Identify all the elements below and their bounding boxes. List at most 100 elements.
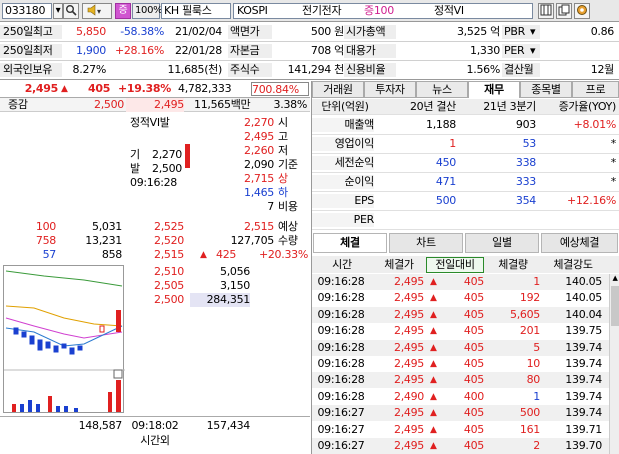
value-substitute: 1,330: [470, 44, 500, 57]
stock-name[interactable]: KH 필룩스: [161, 3, 231, 19]
value-credit: 1.56%: [466, 63, 501, 76]
trade-diff: 405: [463, 324, 484, 338]
bid-row[interactable]: 2,505 3,150: [126, 279, 310, 293]
bid-row[interactable]: 2,500 284,351: [126, 293, 310, 307]
trade-row[interactable]: ▲ 09:16:28 2,495 405 201 139.75: [312, 323, 609, 339]
fin-value: *: [610, 175, 617, 188]
tab-trades[interactable]: 체결: [313, 233, 387, 253]
copy-icon[interactable]: [556, 3, 572, 19]
fin-label: 매출액: [312, 118, 374, 132]
trade-qty: 500: [519, 406, 540, 420]
zoom-level[interactable]: 100%: [132, 3, 163, 19]
fin-row-eps: EPS 500 354 +12.16%: [312, 192, 619, 211]
stock-summary: 250일최고 5,850 -58.38% 21/02/04 액면가 500 원 …: [0, 23, 619, 80]
tab-broker[interactable]: 거래원: [312, 81, 364, 98]
scroll-thumb[interactable]: [611, 286, 619, 326]
trade-price: 2,495: [394, 439, 424, 452]
window-icon[interactable]: [538, 3, 554, 19]
trade-price: 2,495: [394, 357, 424, 370]
stock-code-input[interactable]: 033180: [2, 3, 52, 19]
trade-row[interactable]: ▲ 09:16:28 2,495 405 10 139.74: [312, 356, 609, 372]
value-market-cap: 3,525 억: [456, 25, 500, 38]
bid-total: 157,434: [206, 419, 251, 432]
ask-change: 100: [35, 220, 56, 233]
trade-strength: 140.05: [565, 275, 602, 288]
tab-investor[interactable]: 투자자: [364, 81, 416, 98]
bid-row[interactable]: 2,510 5,056: [126, 265, 310, 279]
trade-diff: 405: [463, 357, 484, 370]
trade-diff: 400: [463, 389, 484, 403]
fin-label: PER: [312, 213, 374, 227]
trade-row[interactable]: ▲ 09:16:28 2,490 400 1 139.74: [312, 389, 609, 405]
vi-panel: 정적VI발 기 2,270 발 2,500 09:16:28: [126, 112, 188, 222]
fin-header-unit: 단위(억원): [321, 100, 369, 113]
trade-qty: 5: [533, 340, 540, 354]
trade-row[interactable]: ▲ 09:16:28 2,495 405 80 139.74: [312, 372, 609, 389]
trade-row[interactable]: ▲ 09:16:27 2,495 405 161 139.71: [312, 422, 609, 438]
tab-daily[interactable]: 일별: [465, 233, 539, 253]
info-base: 2,090: [244, 158, 274, 171]
tab-expected-trades[interactable]: 예상체결: [541, 233, 618, 253]
ob-header-ask: 2,500: [94, 98, 124, 111]
fin-value: *: [610, 156, 617, 169]
speaker-icon[interactable]: ▾: [82, 3, 112, 19]
scroll-up-icon[interactable]: ▲: [611, 274, 619, 284]
label-250-low: 250일최저: [0, 44, 62, 58]
info-low-label: 저: [278, 144, 288, 157]
tab-chart[interactable]: 차트: [389, 233, 463, 253]
trade-time: 09:16:28: [317, 324, 365, 338]
trade-row[interactable]: ▲ 09:16:27 2,495 405 2 139.70: [312, 438, 609, 454]
trade-time: 09:16:28: [317, 291, 365, 305]
trade-strength: 139.74: [565, 373, 602, 387]
trade-qty: 1: [533, 275, 540, 288]
trade-strength: 139.74: [565, 340, 602, 354]
up-arrow-icon: ▲: [200, 250, 207, 260]
up-arrow-icon: ▲: [430, 359, 437, 369]
trades-scrollbar[interactable]: ▲: [609, 274, 619, 454]
tab-news[interactable]: 뉴스: [416, 81, 468, 98]
expected-pct: +20.33%: [258, 248, 308, 261]
trade-time: 09:16:28: [317, 373, 365, 387]
trade-diff: 405: [463, 422, 484, 436]
fin-value: +8.01%: [573, 118, 617, 131]
bid-price: 2,505: [154, 279, 184, 292]
up-arrow-icon: ▲: [430, 309, 437, 320]
trade-time: 09:16:28: [317, 307, 365, 321]
dropdown-icon[interactable]: ▾: [530, 25, 540, 39]
fin-header-yoy: 증가율(YOY): [558, 100, 617, 113]
trade-header-diff[interactable]: 전일대비: [426, 257, 484, 273]
search-icon[interactable]: [63, 3, 79, 19]
fin-label: 순이익: [312, 175, 374, 189]
trade-row[interactable]: ▲ 09:16:28 2,495 405 1 140.05: [312, 274, 609, 290]
trade-row[interactable]: ▲ 09:16:28 2,495 405 5,605 140.04: [312, 306, 609, 323]
tab-finance[interactable]: 재무: [468, 81, 520, 98]
fin-value: 903: [515, 118, 536, 131]
gear-icon[interactable]: [574, 3, 590, 19]
info-base-label: 기준: [278, 158, 298, 171]
trade-row[interactable]: ▲ 09:16:27 2,495 405 500 139.74: [312, 405, 609, 422]
mini-chart[interactable]: [3, 265, 125, 413]
trade-time: 09:16:28: [317, 389, 365, 403]
change-250-high: -58.38%: [120, 25, 164, 38]
tab-by-stock[interactable]: 종목별: [520, 81, 572, 98]
fin-header-2020: 20년 결산: [409, 100, 456, 113]
trade-header-strength: 체결강도: [553, 258, 593, 271]
expected-qty: 127,705: [230, 234, 275, 247]
info-lower: 1,465: [244, 186, 274, 199]
dropdown-icon[interactable]: ▾: [53, 3, 63, 19]
after-hours-label[interactable]: 시간외: [126, 434, 184, 448]
trade-row[interactable]: ▲ 09:16:28 2,495 405 5 139.74: [312, 339, 609, 356]
fin-label: 영업이익: [312, 137, 374, 151]
label-par: 액면가: [228, 25, 272, 39]
trade-qty: 2: [533, 439, 540, 452]
tab-program[interactable]: 프로: [572, 81, 619, 98]
dropdown-icon[interactable]: ▾: [530, 44, 540, 58]
trade-diff: 405: [463, 291, 484, 305]
label-credit: 신용비율: [344, 63, 396, 77]
date-250-low: 22/01/28: [174, 44, 222, 57]
fin-value: 500: [435, 194, 456, 207]
finance-table: 단위(억원) 20년 결산 21년 3분기 증가율(YOY) 매출액 1,188…: [312, 99, 619, 231]
price-bar: 2,495 ▲ 405 +19.38% 4,782,333 700.84%: [0, 81, 310, 98]
trade-row[interactable]: ▲ 09:16:28 2,495 405 192 140.05: [312, 290, 609, 306]
fin-value: 1,188: [426, 118, 456, 131]
